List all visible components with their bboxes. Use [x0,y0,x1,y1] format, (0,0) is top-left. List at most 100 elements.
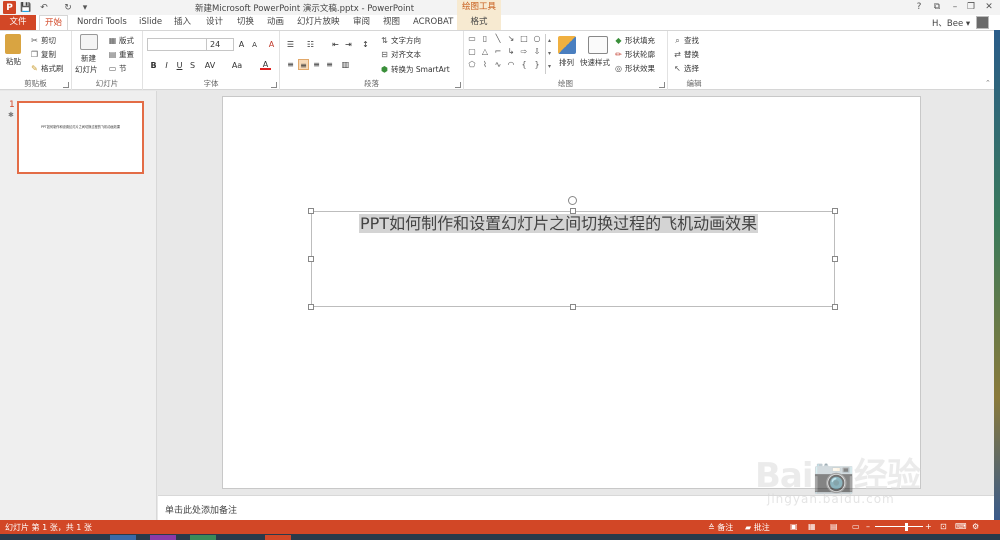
columns-icon[interactable]: ▥ [340,59,351,70]
slide-sorter-view-icon[interactable]: ▦ [808,522,816,531]
down-arrow-shape-icon[interactable]: ⇩ [532,47,542,57]
comments-toggle-button[interactable]: ▰ 批注 [745,522,770,533]
tab-home[interactable]: 开始 [39,15,69,30]
resize-handle-top-left[interactable] [308,208,314,214]
help-button[interactable]: ? [912,1,926,13]
quick-styles-icon[interactable] [588,36,608,54]
slide-title-text[interactable]: PPT如何制作和设置幻灯片之间切换过程的飞机动画效果 [359,214,759,233]
resize-handle-bottom[interactable] [570,304,576,310]
shrink-font-button[interactable]: A [249,40,260,51]
zoom-in-button[interactable]: + [925,522,932,531]
keyboard-icon[interactable]: ⌨ [955,522,967,531]
format-painter-button[interactable]: ✎ 格式刷 [30,63,63,74]
drawing-launcher-icon[interactable] [659,82,665,88]
close-button[interactable]: ✕ [982,1,996,13]
arrange-icon[interactable] [558,36,576,54]
reading-view-icon[interactable]: ▤ [830,522,838,531]
font-size-combo[interactable]: 24 [206,38,234,51]
notes-toggle-button[interactable]: ≙ 备注 [708,522,733,533]
ribbon-display-button[interactable]: ⧉ [930,1,944,13]
underline-button[interactable]: U [174,60,185,71]
numbering-icon[interactable]: ☷ [305,39,316,50]
tab-nordri-tools[interactable]: Nordri Tools [72,15,132,30]
arc-shape-icon[interactable]: ◠ [506,60,516,70]
tab-design[interactable]: 设计 [201,15,228,30]
right-arrow-shape-icon[interactable]: ⇨ [519,47,529,57]
bold-button[interactable]: B [148,60,159,71]
notes-placeholder[interactable]: 单击此处添加备注 [165,503,237,516]
freeform-shape-icon[interactable]: ⌇ [480,60,490,70]
paste-button[interactable]: 粘贴 [6,56,21,67]
slideshow-view-icon[interactable]: ▭ [852,522,860,531]
resize-handle-right[interactable] [832,256,838,262]
minimize-button[interactable]: – [948,1,962,13]
font-color-button[interactable]: A [260,59,271,70]
decrease-indent-icon[interactable]: ⇤ [330,39,341,50]
elbow-connector-shape-icon[interactable]: ⌐ [493,47,503,57]
layout-button[interactable]: ▦ 版式 [108,35,134,46]
fit-slide-icon[interactable]: ⊡ [940,522,947,531]
tab-animations[interactable]: 动画 [262,15,289,30]
slide-thumbnail[interactable]: PPT如何制作和设置幻灯片之间切换过程的飞机动画效果 [17,101,144,174]
resize-handle-left[interactable] [308,256,314,262]
zoom-slider-thumb[interactable] [905,523,909,531]
copy-button[interactable]: ❐ 复制 [30,49,56,60]
shape-fill-button[interactable]: ◆ 形状填充 [614,35,655,46]
arrange-button[interactable]: 排列 [559,57,574,68]
paragraph-launcher-icon[interactable] [455,82,461,88]
curve-shape-icon[interactable]: ∿ [493,60,503,70]
arrow-line-shape-icon[interactable]: ↘ [506,34,516,44]
find-button[interactable]: ⌕ 查找 [673,35,699,46]
font-launcher-icon[interactable] [271,82,277,88]
pentagon-shape-icon[interactable]: ⬠ [467,60,477,70]
new-slide-button[interactable]: 新建 [81,53,96,64]
smartart-button[interactable]: ⬢ 转换为 SmartArt [380,64,450,75]
redo-icon[interactable]: ↻ [62,1,74,14]
gallery-scroll-icon[interactable]: ▴ ▾ ▾ [545,34,553,74]
taskbar-app-icon[interactable] [150,535,176,540]
paste-icon[interactable] [5,34,21,54]
align-center-icon[interactable]: ≡ [298,59,309,70]
tab-format[interactable]: 格式 [457,15,501,30]
select-button[interactable]: ↖ 选择 [673,63,699,74]
resize-handle-bottom-right[interactable] [832,304,838,310]
triangle-shape-icon[interactable]: △ [480,47,490,57]
tab-transitions[interactable]: 切换 [232,15,259,30]
reset-button[interactable]: ▤ 重置 [108,49,134,60]
vertical-textbox-shape-icon[interactable]: ▯ [480,34,490,44]
elbow-arrow-shape-icon[interactable]: ↳ [506,47,516,57]
char-spacing-button[interactable]: AV [201,60,219,71]
rotate-handle[interactable] [568,196,577,205]
increase-indent-icon[interactable]: ⇥ [343,39,354,50]
bullets-icon[interactable]: ☰ [285,39,296,50]
undo-icon[interactable]: ↶ [38,1,50,14]
rectangle-shape-icon[interactable]: □ [519,34,529,44]
rounded-rect-shape-icon[interactable]: ▢ [467,47,477,57]
right-brace-shape-icon[interactable]: } [532,60,542,70]
normal-view-icon[interactable]: ▣ [790,522,798,531]
clear-format-button[interactable]: A [266,39,277,50]
zoom-out-button[interactable]: – [866,522,870,531]
tab-insert[interactable]: 插入 [169,15,196,30]
strikethrough-button[interactable]: S [187,60,198,71]
textbox-shape-icon[interactable]: ▭ [467,34,477,44]
resize-handle-bottom-left[interactable] [308,304,314,310]
tab-review[interactable]: 审阅 [348,15,375,30]
change-case-button[interactable]: Aa [229,60,245,71]
align-text-button[interactable]: ⊟ 对齐文本 [380,49,421,60]
user-account[interactable]: H、Bee ▾ [932,17,970,29]
oval-shape-icon[interactable]: ○ [532,34,542,44]
maximize-button[interactable]: ❐ [964,1,978,13]
italic-button[interactable]: I [161,60,172,71]
tab-file[interactable]: 文件 [0,15,36,30]
tab-acrobat[interactable]: ACROBAT [408,15,458,30]
line-spacing-icon[interactable]: ↕ [360,39,371,50]
shapes-gallery[interactable]: ▭ ▯ ╲ ↘ □ ○ ▢ △ ⌐ ↳ ⇨ ⇩ ⬠ ⌇ ∿ ◠ { } [467,34,547,74]
line-shape-icon[interactable]: ╲ [493,34,503,44]
align-left-icon[interactable]: ≡ [285,59,296,70]
save-icon[interactable]: 💾 [20,1,32,14]
taskbar-powerpoint-icon[interactable] [265,535,291,540]
shape-effects-button[interactable]: ◎ 形状效果 [614,63,655,74]
left-brace-shape-icon[interactable]: { [519,60,529,70]
section-button[interactable]: ▭ 节 [108,63,127,74]
